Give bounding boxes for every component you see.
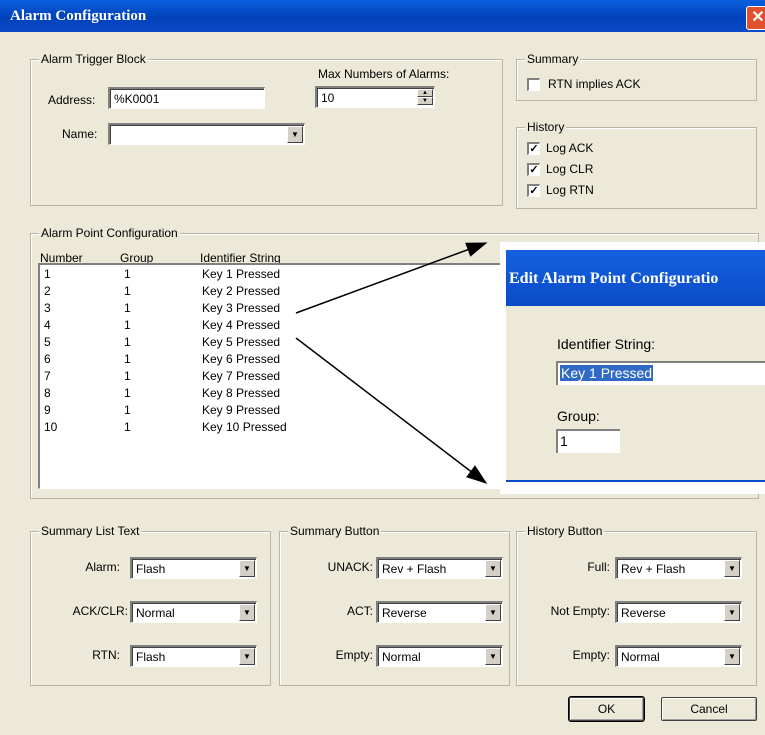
group-input[interactable]: 1 bbox=[556, 429, 620, 453]
identifier-value: Key 1 Pressed bbox=[560, 365, 654, 381]
callout-arrow-top bbox=[295, 242, 488, 314]
edit-alarm-point-dialog: Edit Alarm Point Configuratio Identifier… bbox=[500, 242, 765, 494]
identifier-input[interactable]: Key 1 Pressed bbox=[556, 361, 765, 385]
edit-dialog-body: Edit Alarm Point Configuratio Identifier… bbox=[506, 250, 765, 482]
edit-dialog-title: Edit Alarm Point Configuratio bbox=[509, 270, 719, 287]
callout-arrow-bottom bbox=[295, 337, 488, 484]
identifier-label: Identifier String: bbox=[557, 336, 656, 352]
group-label: Group: bbox=[557, 408, 600, 424]
edit-dialog-title-bar[interactable]: Edit Alarm Point Configuratio bbox=[506, 250, 765, 306]
